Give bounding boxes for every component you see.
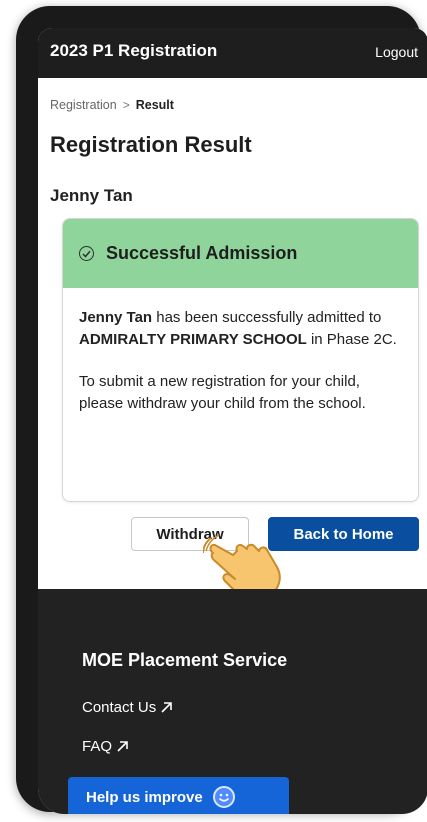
back-to-home-button[interactable]: Back to Home [268, 517, 419, 551]
breadcrumb-registration[interactable]: Registration [50, 98, 117, 112]
help-us-improve-button[interactable]: Help us improve [68, 777, 289, 814]
result-card-header: Successful Admission [63, 219, 418, 288]
logout-link[interactable]: Logout [375, 44, 418, 60]
external-arrow-icon [117, 741, 128, 752]
message-child-name: Jenny Tan [79, 309, 153, 326]
withdraw-note: To submit a new registration for your ch… [79, 373, 366, 412]
phone-frame: 2023 P1 Registration Logout Registration… [16, 6, 427, 814]
contact-us-label: Contact Us [82, 699, 157, 716]
screen: 2023 P1 Registration Logout Registration… [38, 28, 427, 814]
footer-title: MOE Placement Service [82, 650, 288, 670]
external-arrow-icon [161, 702, 173, 713]
message-text-2: in Phase 2C. [306, 331, 397, 348]
message-text-1: has been successfully admitted to [152, 309, 382, 326]
app-title: 2023 P1 Registration [50, 41, 218, 60]
footer: MOE Placement Service Contact Us FAQ Hel… [38, 589, 427, 814]
breadcrumb: Registration > Result [50, 98, 174, 112]
result-card: Successful Admission Jenny Tan has been … [62, 218, 419, 502]
message-school-name: ADMIRALTY PRIMARY SCHOOL [79, 331, 307, 348]
help-us-improve-label: Help us improve [86, 788, 203, 806]
breadcrumb-current: Result [135, 98, 174, 112]
status-text: Successful Admission [106, 243, 298, 263]
child-name: Jenny Tan [50, 186, 133, 205]
check-circle-icon [79, 246, 94, 261]
admission-message: Jenny Tan has been successfully admitted… [79, 307, 402, 351]
breadcrumb-separator: > [122, 98, 130, 112]
smiley-icon [212, 786, 235, 808]
faq-label: FAQ [82, 738, 113, 755]
faq-link[interactable]: FAQ [82, 738, 129, 755]
contact-us-link[interactable]: Contact Us [82, 699, 173, 716]
result-card-body: Jenny Tan has been successfully admitted… [63, 288, 418, 415]
page-title: Registration Result [50, 132, 252, 157]
withdraw-button[interactable]: Withdraw [131, 517, 249, 551]
top-bar: 2023 P1 Registration Logout [38, 28, 427, 78]
